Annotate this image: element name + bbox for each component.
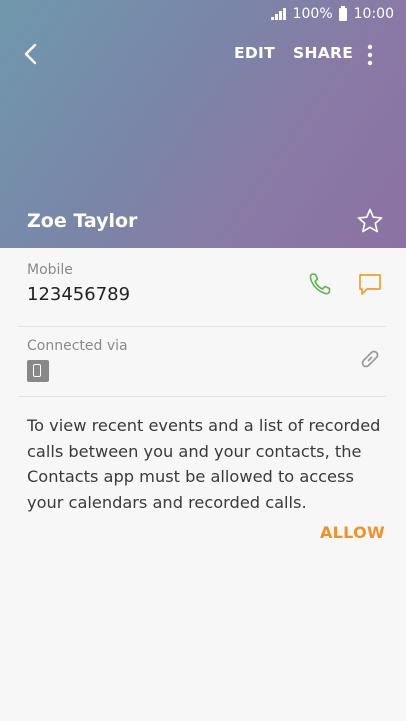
allow-button[interactable]: ALLOW: [320, 523, 385, 542]
star-icon[interactable]: [356, 207, 384, 235]
link-icon[interactable]: [356, 345, 384, 373]
divider: [18, 326, 386, 327]
phone-number[interactable]: 123456789: [27, 284, 130, 305]
phone-type-label: Mobile: [27, 262, 73, 278]
edit-button[interactable]: EDIT: [234, 44, 275, 62]
back-arrow-icon[interactable]: [18, 40, 46, 68]
battery-icon: [338, 5, 347, 21]
toolbar: EDIT SHARE: [0, 34, 406, 74]
status-bar: 100% 10:00: [270, 0, 406, 28]
more-options-icon[interactable]: [360, 43, 380, 67]
contact-name: Zoe Taylor: [27, 210, 138, 232]
battery-percent: 100%: [292, 6, 333, 22]
share-button[interactable]: SHARE: [293, 44, 353, 62]
device-icon: [27, 360, 49, 382]
contact-header: 100% 10:00 EDIT SHARE Zoe Taylor: [0, 0, 406, 248]
connected-via-label: Connected via: [27, 338, 128, 354]
divider: [18, 396, 386, 397]
phone-icon[interactable]: [306, 270, 334, 298]
status-time: 10:00: [353, 6, 394, 22]
message-icon[interactable]: [356, 270, 384, 298]
signal-icon: [270, 8, 286, 20]
permission-message: To view recent events and a list of reco…: [27, 416, 381, 512]
